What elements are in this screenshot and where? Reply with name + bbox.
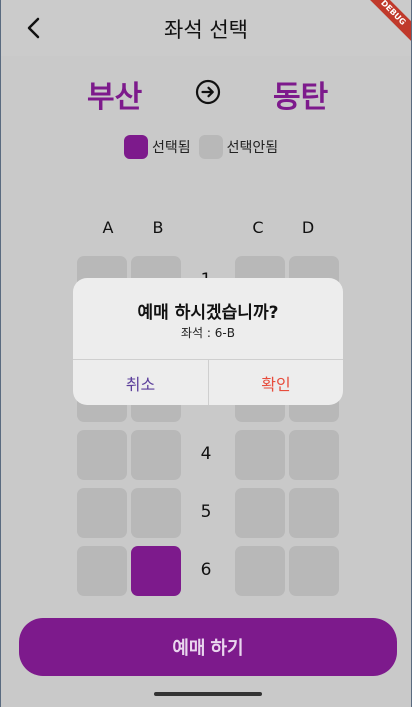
book-button[interactable]: 예매 하기 <box>19 618 397 676</box>
seat-5-d[interactable] <box>289 488 339 538</box>
seat-4-b[interactable] <box>131 430 181 480</box>
seat-6-c[interactable] <box>235 546 285 596</box>
home-indicator <box>154 692 262 696</box>
legend-unselected-swatch <box>198 135 223 159</box>
seat-4-c[interactable] <box>235 430 285 480</box>
page-title: 좌석 선택 <box>164 18 248 42</box>
arrow-right-circle-icon <box>195 79 221 105</box>
column-header-c: C <box>252 218 264 237</box>
seat-6-d[interactable] <box>289 546 339 596</box>
route-header: 부산 동탄 <box>1 72 411 115</box>
arrival-station: 동탄 <box>273 80 329 115</box>
seat-legend: 선택됨 선택안됨 <box>124 135 282 159</box>
column-header-a: A <box>102 218 114 237</box>
row-number-6: 6 <box>200 560 212 580</box>
seat-6-b-selected[interactable] <box>131 546 181 596</box>
column-header-d: D <box>301 218 315 237</box>
app-screen: 좌석 선택 DEBUG 부산 동탄 선택됨 선택안됨 A B C D 1 2 3… <box>0 0 412 707</box>
legend-selected-swatch <box>124 135 148 159</box>
seat-4-a[interactable] <box>77 430 127 480</box>
seat-4-d[interactable] <box>289 430 339 480</box>
confirm-dialog: 예매 하시겠습니까? 좌석 : 6-B 취소 확인 <box>73 278 343 405</box>
seat-5-c[interactable] <box>235 488 285 538</box>
seat-6-a[interactable] <box>77 546 127 596</box>
row-number-5: 5 <box>200 502 212 522</box>
departure-station: 부산 <box>87 80 143 115</box>
legend-unselected-label: 선택안됨 <box>226 140 279 156</box>
legend-selected-label: 선택됨 <box>152 140 191 156</box>
row-number-4: 4 <box>200 444 212 464</box>
dialog-title: 예매 하시겠습니까? <box>137 303 279 323</box>
dialog-confirm-button[interactable]: 확인 <box>208 360 343 405</box>
dialog-message: 좌석 : 6-B <box>181 326 235 340</box>
dialog-cancel-button[interactable]: 취소 <box>73 360 208 405</box>
seat-5-a[interactable] <box>77 488 127 538</box>
column-header-b: B <box>152 218 164 237</box>
app-bar: 좌석 선택 DEBUG <box>1 0 411 56</box>
seat-5-b[interactable] <box>131 488 181 538</box>
